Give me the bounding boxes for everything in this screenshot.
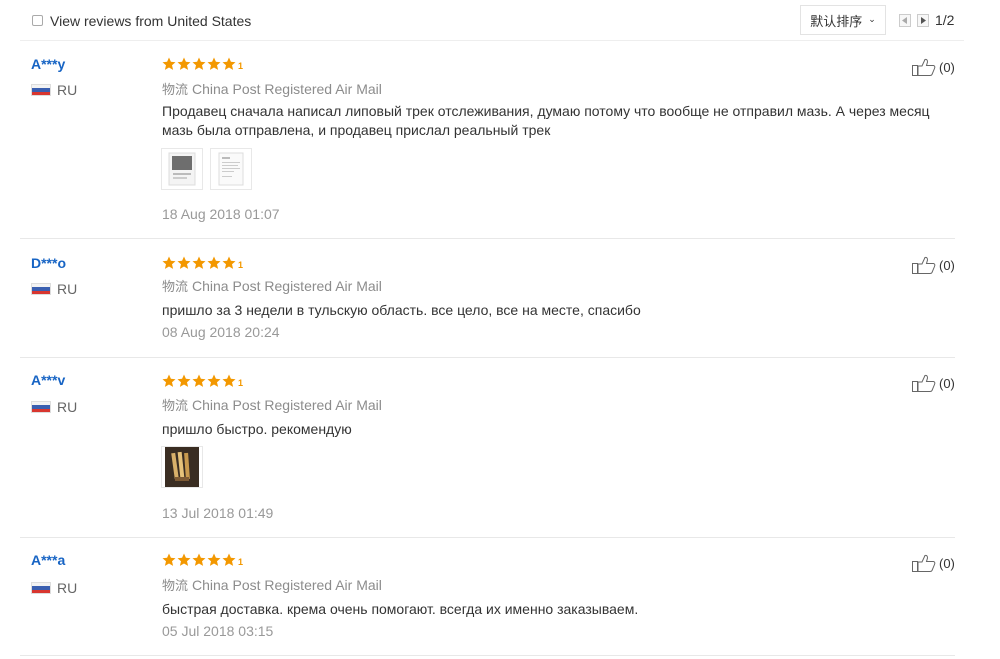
- review-divider: [20, 655, 955, 656]
- review-date: 13 Jul 2018 01:49: [162, 505, 274, 521]
- star-icon: [162, 374, 176, 387]
- star-icon: [222, 553, 236, 566]
- photo-document-icon: [168, 152, 196, 186]
- logistics-prefix: 物流: [162, 280, 189, 295]
- star-icon: [222, 256, 236, 269]
- star-badge: 1: [238, 557, 244, 567]
- star-icon: [192, 374, 206, 387]
- logistics-info: 物流 China Post Registered Air Mail: [162, 276, 382, 295]
- star-icon: [162, 57, 176, 70]
- helpful-button[interactable]: (0): [912, 554, 955, 572]
- flag-ru-icon: [31, 401, 51, 413]
- star-rating: 1: [162, 553, 243, 567]
- star-badge: 1: [238, 260, 244, 270]
- helpful-count: (0): [939, 257, 955, 273]
- flag-ru-icon: [31, 582, 51, 594]
- star-icon: [207, 374, 221, 387]
- star-icon: [192, 256, 206, 269]
- review-country: RU: [57, 399, 78, 415]
- logistics-method: China Post Registered Air Mail: [192, 278, 382, 294]
- chevron-down-icon: ⌄: [868, 15, 876, 25]
- star-icon: [177, 374, 191, 387]
- star-badge: 1: [238, 378, 244, 388]
- prev-page-button[interactable]: [899, 14, 911, 27]
- star-icon: [177, 256, 191, 269]
- star-icon: [207, 57, 221, 70]
- helpful-count: (0): [939, 375, 955, 391]
- logistics-prefix: 物流: [162, 579, 189, 594]
- review-divider: [20, 537, 955, 538]
- star-icon: [207, 553, 221, 566]
- review-photo-thumbnail[interactable]: [161, 446, 203, 488]
- review-country: RU: [57, 82, 78, 98]
- logistics-info: 物流 China Post Registered Air Mail: [162, 395, 382, 414]
- helpful-button[interactable]: (0): [912, 374, 955, 392]
- review-text: Продавец сначала написал липовый трек от…: [162, 102, 962, 140]
- star-icon: [192, 553, 206, 566]
- us-filter-checkbox[interactable]: [32, 15, 43, 26]
- star-icon: [222, 57, 236, 70]
- logistics-prefix: 物流: [162, 399, 189, 414]
- review-text-line: пришло за 3 недели в тульскую область. в…: [162, 302, 641, 318]
- review-username[interactable]: A***a: [31, 552, 65, 568]
- helpful-count: (0): [939, 555, 955, 571]
- helpful-button[interactable]: (0): [912, 256, 955, 274]
- thumbs-up-icon: [912, 554, 936, 572]
- review-country: RU: [57, 580, 78, 596]
- review-text: быстрая доставка. крема очень помогают. …: [162, 600, 962, 619]
- chevron-left-icon: [902, 17, 907, 24]
- review-filter-bar: View reviews from United States 默认排序 ⌄ 1…: [0, 0, 1000, 42]
- photo-product-icon: [165, 447, 199, 487]
- star-badge: 1: [238, 61, 244, 71]
- logistics-method: China Post Registered Air Mail: [192, 577, 382, 593]
- review-country: RU: [57, 281, 78, 297]
- sort-label: 默认排序: [810, 14, 863, 30]
- review-date: 05 Jul 2018 03:15: [162, 623, 274, 639]
- logistics-info: 物流 China Post Registered Air Mail: [162, 575, 382, 594]
- review-text: пришло за 3 недели в тульскую область. в…: [162, 301, 962, 320]
- review-photo-thumbnail[interactable]: [161, 148, 203, 190]
- review-date: 08 Aug 2018 20:24: [162, 324, 280, 340]
- logistics-info: 物流 China Post Registered Air Mail: [162, 79, 382, 98]
- review-username[interactable]: D***o: [31, 255, 66, 271]
- us-filter-label[interactable]: View reviews from United States: [50, 13, 251, 29]
- thumbs-up-icon: [912, 256, 936, 274]
- flag-ru-icon: [31, 84, 51, 96]
- sort-dropdown[interactable]: 默认排序 ⌄: [800, 5, 886, 35]
- thumbs-up-icon: [912, 58, 936, 76]
- review-text-line: Продавец сначала написал липовый трек от…: [162, 103, 930, 119]
- review-username[interactable]: A***y: [31, 56, 65, 72]
- helpful-count: (0): [939, 59, 955, 75]
- star-rating: 1: [162, 256, 243, 270]
- thumbs-up-icon: [912, 374, 936, 392]
- review-divider: [20, 238, 955, 239]
- chevron-right-icon: [921, 17, 926, 24]
- star-icon: [177, 57, 191, 70]
- star-rating: 1: [162, 57, 243, 71]
- star-icon: [222, 374, 236, 387]
- divider: [20, 40, 964, 41]
- star-icon: [192, 57, 206, 70]
- next-page-button[interactable]: [917, 14, 929, 27]
- logistics-prefix: 物流: [162, 83, 189, 98]
- star-icon: [162, 553, 176, 566]
- review-photo-thumbnail[interactable]: [210, 148, 252, 190]
- review-text: пришло быстро. рекомендую: [162, 420, 962, 439]
- page-indicator: 1/2: [935, 12, 955, 28]
- flag-ru-icon: [31, 283, 51, 295]
- logistics-method: China Post Registered Air Mail: [192, 81, 382, 97]
- review-username[interactable]: A***v: [31, 372, 65, 388]
- star-icon: [207, 256, 221, 269]
- review-text-line: быстрая доставка. крема очень помогают. …: [162, 601, 639, 617]
- review-text-line: мазь была отправлена, и продавец прислал…: [162, 122, 551, 138]
- logistics-method: China Post Registered Air Mail: [192, 397, 382, 413]
- star-icon: [162, 256, 176, 269]
- helpful-button[interactable]: (0): [912, 58, 955, 76]
- star-rating: 1: [162, 374, 243, 388]
- photo-document-icon: [218, 152, 244, 186]
- review-divider: [20, 357, 955, 358]
- review-text-line: пришло быстро. рекомендую: [162, 421, 352, 437]
- star-icon: [177, 553, 191, 566]
- review-date: 18 Aug 2018 01:07: [162, 206, 280, 222]
